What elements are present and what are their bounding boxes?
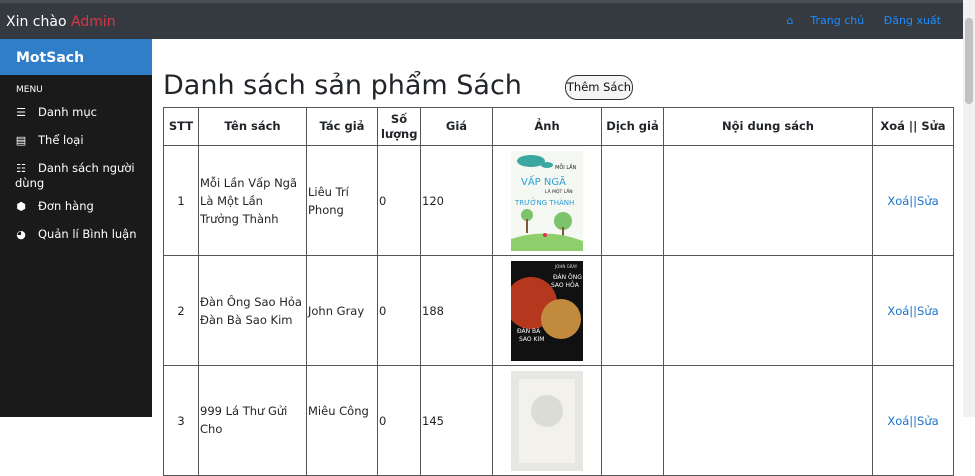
cover-text: VẤP NGÃ: [521, 174, 566, 188]
delete-link[interactable]: Xoá: [887, 194, 909, 208]
table-row: 1 Mỗi Lần Vấp Ngã Là Một Lần Trưởng Thàn…: [163, 145, 954, 256]
row-cover-cell: [492, 365, 602, 476]
book-cover-image: MỖI LẦN VẤP NGÃ LÀ MỘT LẦN TRƯỞNG THÀNH: [511, 150, 583, 251]
cover-text: JOHN GRAY: [554, 264, 578, 269]
top-navbar: Xin chào Admin ⌂ Trang chủ Đăng xuất: [0, 0, 963, 39]
column-header: Giá: [420, 107, 493, 146]
row-price: 120: [420, 145, 493, 256]
row-quantity: 0: [377, 255, 421, 366]
book-cover-image: [511, 370, 583, 471]
row-price: 188: [420, 255, 493, 366]
row-translator: [601, 145, 664, 256]
row-actions: Xoá||Sửa: [872, 365, 954, 476]
row-content: [663, 365, 873, 476]
row-quantity: 0: [377, 145, 421, 256]
sidebar-item-genres[interactable]: ▤ Thể loại: [0, 133, 152, 155]
sidebar-item-label: Danh sách người dùng: [15, 161, 135, 190]
table-header-row: STT Tên sách Tác giả Số lượng Giá Ảnh Dị…: [163, 107, 954, 146]
top-nav-links: ⌂ Trang chủ Đăng xuất: [754, 14, 941, 27]
cover-text: SAO KIM: [519, 336, 544, 343]
column-header: Tên sách: [198, 107, 307, 146]
row-author: John Gray: [306, 255, 378, 366]
book-cover-image: JOHN GRAY ĐÀN ÔNG SAO HỎA ĐÀN BÀ SAO KIM: [511, 260, 583, 361]
edit-link[interactable]: Sửa: [917, 194, 939, 208]
sidebar-item-label: Danh mục: [38, 105, 97, 119]
sidebar: MotSach MENU ☰ Danh mục ▤ Thể loại ☷ Danh s…: [0, 39, 152, 417]
brand-logo[interactable]: MotSach: [0, 39, 152, 75]
row-cover-cell: MỖI LẦN VẤP NGÃ LÀ MỘT LẦN TRƯỞNG THÀNH: [492, 145, 602, 256]
column-header: Số lượng: [377, 107, 421, 146]
row-quantity: 0: [377, 365, 421, 476]
greeting-text: Xin chào: [6, 14, 67, 30]
edit-link[interactable]: Sửa: [917, 304, 939, 318]
row-stt: 1: [163, 145, 199, 256]
admin-username: Admin: [70, 14, 116, 30]
action-separator: ||: [909, 193, 918, 208]
menu-heading: MENU: [16, 85, 43, 95]
users-list-icon: ☷: [16, 162, 26, 175]
row-translator: [601, 365, 664, 476]
action-separator: ||: [909, 303, 918, 318]
greeting: Xin chào Admin: [6, 14, 116, 30]
row-content: [663, 145, 873, 256]
category-icon: ▤: [15, 134, 27, 147]
sidebar-item-label: Quản lí Bình luận: [38, 227, 137, 241]
cover-text: ĐÀN ÔNG: [553, 274, 582, 281]
row-author: Miêu Công: [306, 365, 378, 476]
page-scrollbar[interactable]: [963, 0, 975, 417]
sidebar-item-label: Đơn hàng: [38, 199, 94, 213]
row-actions: Xoá||Sửa: [872, 145, 954, 256]
sidebar-item-comments[interactable]: ◕ Quản lí Bình luận: [0, 227, 152, 251]
column-header: Nội dung sách: [663, 107, 873, 146]
row-author: Liêu Trí Phong: [306, 145, 378, 256]
add-book-button[interactable]: Thêm Sách: [565, 75, 633, 100]
column-header: Ảnh: [492, 107, 602, 146]
row-book-name: Đàn Ông Sao Hỏa Đàn Bà Sao Kim: [198, 255, 307, 366]
table-row: 3 999 Lá Thư Gửi Cho Miêu Công 0 145 Xoá…: [163, 365, 954, 476]
books-table: STT Tên sách Tác giả Số lượng Giá Ảnh Dị…: [163, 107, 954, 476]
cover-text: SAO HỎA: [551, 281, 580, 289]
column-header: Dịch giả: [601, 107, 664, 146]
table-row: 2 Đàn Ông Sao Hỏa Đàn Bà Sao Kim John Gr…: [163, 255, 954, 366]
row-translator: [601, 255, 664, 366]
row-stt: 3: [163, 365, 199, 476]
sidebar-item-categories[interactable]: ☰ Danh mục: [0, 105, 152, 133]
sidebar-item-orders[interactable]: ⬢ Đơn hàng: [0, 199, 152, 227]
home-icon: ⌂: [786, 14, 794, 27]
order-icon: ⬢: [16, 200, 26, 213]
delete-link[interactable]: Xoá: [887, 304, 909, 318]
comments-icon: ◕: [16, 228, 26, 241]
home-link[interactable]: ⌂ Trang chủ: [770, 14, 864, 27]
row-content: [663, 255, 873, 366]
column-header: Tác giả: [306, 107, 378, 146]
logout-link[interactable]: Đăng xuất: [884, 14, 941, 27]
list-icon: ☰: [16, 106, 26, 119]
row-actions: Xoá||Sửa: [872, 255, 954, 366]
cover-text: TRƯỞNG THÀNH: [514, 197, 574, 207]
action-separator: ||: [909, 413, 918, 428]
row-book-name: 999 Lá Thư Gửi Cho: [198, 365, 307, 476]
cover-text: MỖI LẦN: [555, 163, 577, 171]
column-header: Xoá || Sửa: [872, 107, 954, 146]
home-link-label: Trang chủ: [810, 14, 865, 27]
column-header: STT: [163, 107, 199, 146]
page-title: Danh sách sản phẩm Sách: [163, 70, 522, 101]
row-price: 145: [420, 365, 493, 476]
row-stt: 2: [163, 255, 199, 366]
scrollbar-thumb[interactable]: [965, 18, 973, 104]
cover-text: ĐÀN BÀ: [517, 328, 541, 335]
row-cover-cell: JOHN GRAY ĐÀN ÔNG SAO HỎA ĐÀN BÀ SAO KIM: [492, 255, 602, 366]
sidebar-item-users[interactable]: ☷ Danh sách người dùng: [0, 155, 152, 199]
sidebar-item-label: Thể loại: [38, 133, 84, 147]
delete-link[interactable]: Xoá: [887, 414, 909, 428]
row-book-name: Mỗi Lần Vấp Ngã Là Một Lần Trưởng Thành: [198, 145, 307, 256]
edit-link[interactable]: Sửa: [917, 414, 939, 428]
